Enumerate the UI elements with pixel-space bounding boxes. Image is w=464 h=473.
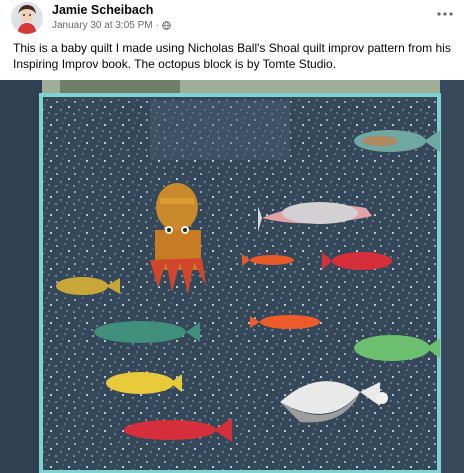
- quilt-image: [0, 80, 464, 473]
- post-header: Jamie Scheibach January 30 at 3:05 PM ·: [0, 0, 464, 36]
- avatar-image: [11, 2, 43, 34]
- avatar[interactable]: [11, 2, 43, 34]
- more-options-icon: [437, 12, 453, 16]
- post-text: This is a baby quilt I made using Nichol…: [13, 41, 451, 71]
- author-name[interactable]: Jamie Scheibach: [52, 3, 153, 17]
- meta-separator: ·: [155, 20, 159, 31]
- post-meta: January 30 at 3:05 PM ·: [52, 20, 171, 31]
- post-timestamp[interactable]: January 30 at 3:05 PM: [52, 20, 153, 31]
- more-options-button[interactable]: [433, 4, 457, 24]
- quilt-photo[interactable]: [0, 80, 464, 473]
- globe-icon[interactable]: [162, 21, 171, 30]
